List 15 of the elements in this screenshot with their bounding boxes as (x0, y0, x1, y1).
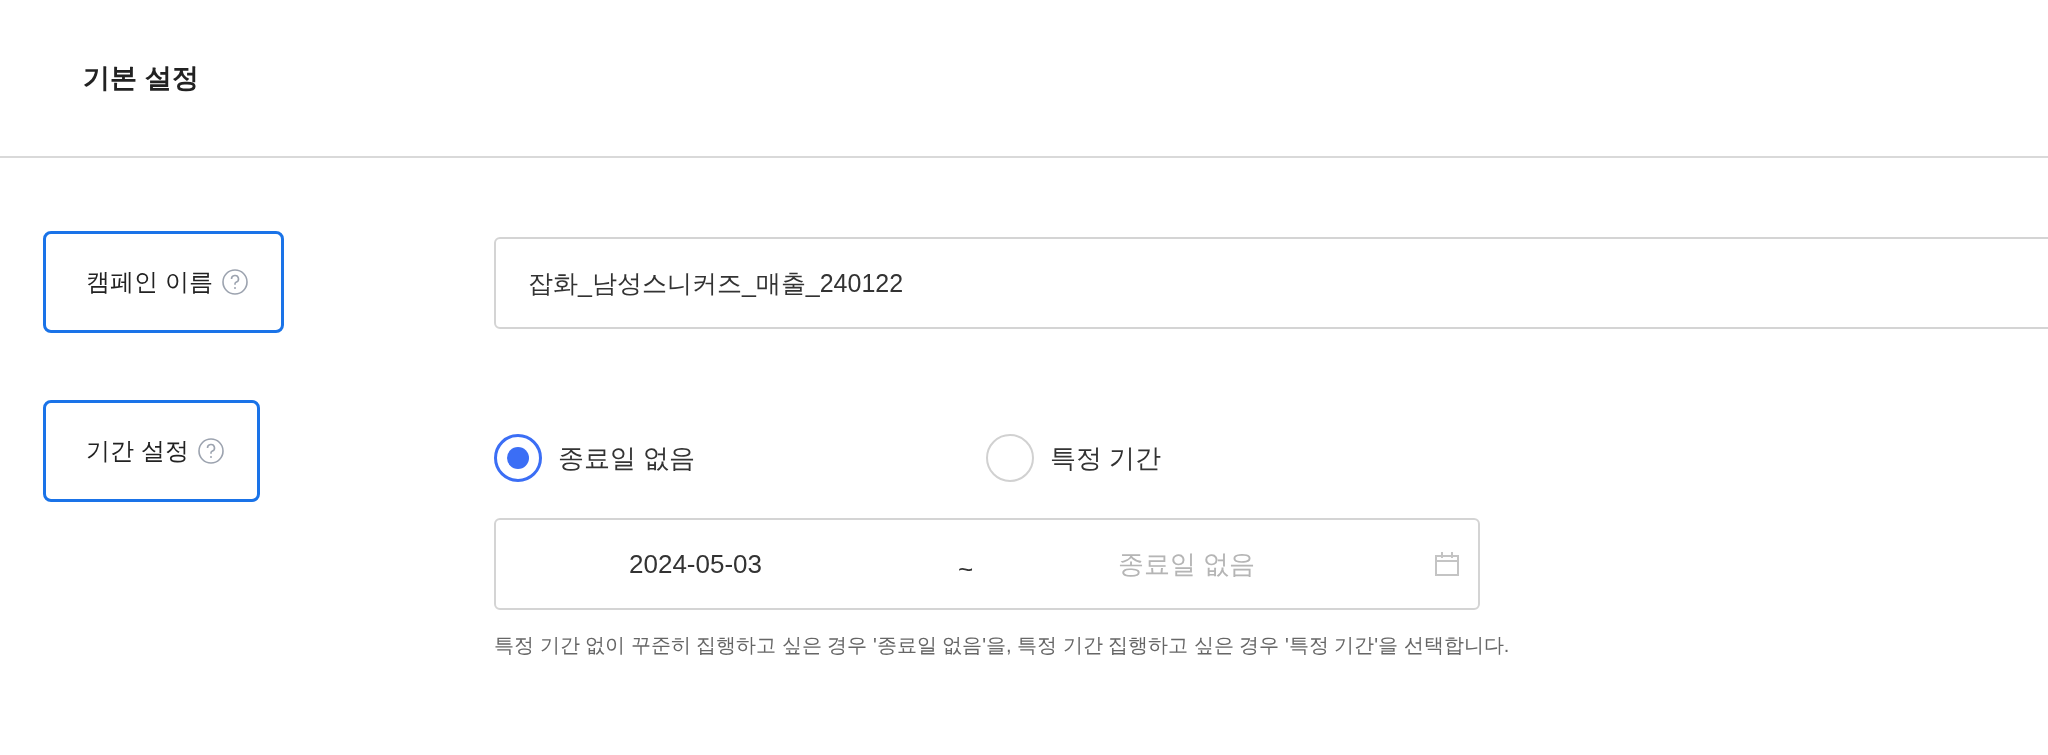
campaign-name-input[interactable]: 잡화_남성스니커즈_매출_240122 (494, 237, 2048, 329)
help-icon[interactable] (196, 437, 225, 465)
field-label: 캠페인 이름 (43, 231, 284, 333)
help-icon[interactable] (220, 268, 249, 296)
radio-label[interactable]: 특정 기간 (1050, 438, 1162, 478)
end-date-placeholder: 종료일 없음 (1118, 547, 1256, 581)
radio-label[interactable]: 종료일 없음 (558, 438, 696, 478)
start-date: 2024-05-03 (629, 547, 762, 581)
help-text: 특정 기간 없이 꾸준히 집행하고 싶은 경우 '종료일 없음'을, 특정 기간 집행하고 싶은 경우 '특정 기간'을 선택합니다. (494, 633, 1510, 658)
calendar-icon[interactable] (1432, 549, 1462, 579)
date-range-field[interactable]: 2024-05-03 ~ 종료일 없음 (494, 518, 1480, 610)
field-label: 기간 설정 (43, 400, 260, 502)
section-title: 기본 설정 (83, 61, 199, 95)
radio-button[interactable] (494, 434, 542, 482)
range-separator: ~ (958, 553, 974, 586)
